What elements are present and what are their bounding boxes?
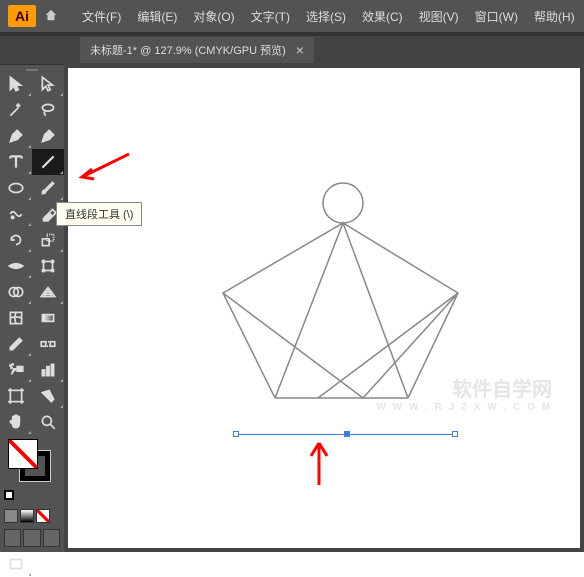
color-none[interactable] (36, 509, 50, 523)
width-tool[interactable] (0, 253, 32, 279)
blend-tool[interactable] (32, 331, 64, 357)
selection-tool[interactable] (0, 71, 32, 97)
color-solid[interactable] (4, 509, 18, 523)
menu-edit[interactable]: 编辑(E) (129, 8, 185, 25)
tab-bar: 未标题-1* @ 127.9% (CMYK/GPU 预览) × (0, 36, 584, 64)
type-tool[interactable] (0, 149, 32, 175)
scale-tool[interactable] (32, 227, 64, 253)
perspective-grid-tool[interactable] (32, 279, 64, 305)
draw-behind[interactable] (23, 529, 40, 547)
rotate-tool[interactable] (0, 227, 32, 253)
crown-drawing (168, 178, 508, 408)
menu-select[interactable]: 选择(S) (298, 8, 354, 25)
annotation-arrow-1 (74, 149, 134, 189)
menu-window[interactable]: 窗口(W) (467, 8, 526, 25)
pen-tool[interactable] (0, 123, 32, 149)
selection-anchor-mid[interactable] (344, 431, 350, 437)
line-segment-tool[interactable] (32, 149, 64, 175)
menu-object[interactable]: 对象(O) (185, 8, 242, 25)
direct-selection-tool[interactable] (32, 71, 64, 97)
column-graph-tool[interactable] (32, 357, 64, 383)
curvature-tool[interactable] (32, 123, 64, 149)
mesh-tool[interactable] (0, 305, 32, 331)
hand-tool[interactable] (0, 409, 32, 435)
symbol-sprayer-tool[interactable] (0, 357, 32, 383)
ellipse-tool[interactable] (0, 175, 32, 201)
menu-help[interactable]: 帮助(H) (526, 8, 583, 25)
annotation-arrow-2 (304, 440, 334, 490)
tab-close-button[interactable]: × (296, 42, 304, 58)
screen-mode-tool[interactable] (0, 551, 32, 577)
menu-type[interactable]: 文字(T) (243, 8, 298, 25)
default-fill-stroke[interactable] (4, 490, 14, 500)
screen-mode-row (0, 525, 64, 551)
toolbar-options[interactable] (32, 551, 64, 577)
mini-swatches (0, 485, 64, 507)
menubar: Ai 文件(F) 编辑(E) 对象(O) 文字(T) 选择(S) 效果(C) 视… (0, 0, 584, 32)
shape-builder-tool[interactable] (0, 279, 32, 305)
canvas-area: 软件自学网 W W W . R J Z X W . C O M 直线段工具 (\… (64, 64, 584, 552)
draw-normal[interactable] (4, 529, 21, 547)
color-gradient[interactable] (20, 509, 34, 523)
fill-swatch[interactable] (8, 439, 38, 469)
fill-stroke-swatch[interactable] (0, 435, 64, 485)
free-transform-tool[interactable] (32, 253, 64, 279)
eyedropper-tool[interactable] (0, 331, 32, 357)
tool-tooltip: 直线段工具 (\) (56, 202, 142, 226)
color-mode-row (0, 507, 64, 525)
tab-title: 未标题-1* @ 127.9% (CMYK/GPU 预览) (90, 42, 286, 58)
menu-effect[interactable]: 效果(C) (354, 8, 411, 25)
lasso-tool[interactable] (32, 97, 64, 123)
app-logo: Ai (8, 5, 36, 27)
main-area: 软件自学网 W W W . R J Z X W . C O M 直线段工具 (\… (0, 64, 584, 552)
tool-panel (0, 64, 64, 552)
paintbrush-tool[interactable] (32, 175, 64, 201)
home-icon[interactable] (44, 8, 58, 25)
slice-tool[interactable] (32, 383, 64, 409)
magic-wand-tool[interactable] (0, 97, 32, 123)
artboard-tool[interactable] (0, 383, 32, 409)
selection-handle-left[interactable] (233, 431, 239, 437)
shaper-tool[interactable] (0, 201, 32, 227)
zoom-tool[interactable] (32, 409, 64, 435)
selection-handle-right[interactable] (452, 431, 458, 437)
gradient-tool[interactable] (32, 305, 64, 331)
menu-file[interactable]: 文件(F) (74, 8, 129, 25)
menu-view[interactable]: 视图(V) (411, 8, 467, 25)
document-tab[interactable]: 未标题-1* @ 127.9% (CMYK/GPU 预览) × (80, 37, 314, 63)
draw-inside[interactable] (43, 529, 60, 547)
